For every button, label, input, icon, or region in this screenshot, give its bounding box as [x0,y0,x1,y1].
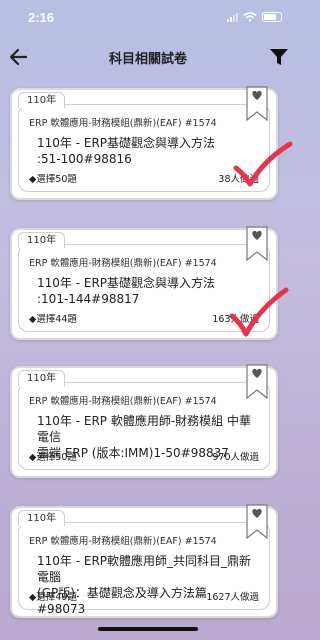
takers-count: 970人做過 [212,452,259,463]
bookmark-heart-icon[interactable] [246,86,268,122]
exam-title-line1: 110年 - ERP 軟體應用師-財務模組 中華電信 [37,414,251,444]
year-tab: 110年 [18,510,66,526]
subject-label: ERP 軟體應用-財務模組(鼎新)(EAF) #1574 [29,258,217,269]
status-icons [227,12,282,22]
question-count: ◆選擇50題 [29,452,77,463]
year-tab: 110年 [18,370,66,386]
card-body: ERP 軟體應用-財務模組(鼎新)(EAF) #1574 110年 - ERP … [18,382,270,470]
status-time: 2:16 [28,10,55,25]
wifi-icon [243,12,257,22]
card-body: ERP 軟體應用-財務模組(鼎新)(EAF) #1574 110年 - ERP軟… [18,522,270,616]
year-tab: 110年 [18,232,66,248]
exam-card[interactable]: 110年 ERP 軟體應用-財務模組(鼎新)(EAF) #1574 110年 -… [10,86,293,200]
filter-icon[interactable] [268,46,290,68]
exam-card[interactable]: 110年 ERP 軟體應用-財務模組(鼎新)(EAF) #1574 110年 -… [10,364,278,478]
question-count: ◆選擇50題 [29,174,77,185]
completed-check-icon [229,287,289,337]
exam-title: 110年 - ERP基礎觀念與導入方法 :51-100#98816 [37,135,253,167]
exam-title: 110年 - ERP軟體應用師_共同科目_鼎新電腦 (GP版)：基礎觀念及導入方… [37,553,253,617]
status-bar: 2:16 [0,0,296,36]
cellular-signal-icon [227,12,238,22]
question-count: ◆選擇44題 [29,314,77,325]
exam-card[interactable]: 110年 ERP 軟體應用-財務模組(鼎新)(EAF) #1574 110年 -… [10,504,278,618]
completed-check-icon [233,141,293,187]
page-title: 科目相關試卷 [108,52,187,67]
header: 科目相關試卷 [0,40,296,74]
exam-title-line2: :101-144#98817 [37,292,140,306]
year-tab: 110年 [18,92,66,108]
battery-icon [262,12,282,22]
exam-title: 110年 - ERP基礎觀念與導入方法 :101-144#98817 [37,275,253,307]
exam-card[interactable]: 110年 ERP 軟體應用-財務模組(鼎新)(EAF) #1574 110年 -… [10,226,289,340]
subject-label: ERP 軟體應用-財務模組(鼎新)(EAF) #1574 [29,536,217,547]
exam-title-line2: :51-100#98816 [37,152,132,166]
bookmark-heart-icon[interactable] [246,504,268,540]
question-count: ◆選擇49題 [29,592,77,603]
takers-count: 1627人做過 [206,592,259,603]
exam-title-line1: 110年 - ERP基礎觀念與導入方法 [37,276,216,290]
bookmark-heart-icon[interactable] [246,364,268,400]
home-indicator[interactable] [98,627,198,631]
subject-label: ERP 軟體應用-財務模組(鼎新)(EAF) #1574 [29,396,217,407]
subject-label: ERP 軟體應用-財務模組(鼎新)(EAF) #1574 [29,118,217,129]
exam-title-line1: 110年 - ERP基礎觀念與導入方法 [37,136,216,150]
bookmark-heart-icon[interactable] [246,226,268,262]
exam-title-line1: 110年 - ERP軟體應用師_共同科目_鼎新電腦 [37,554,252,584]
